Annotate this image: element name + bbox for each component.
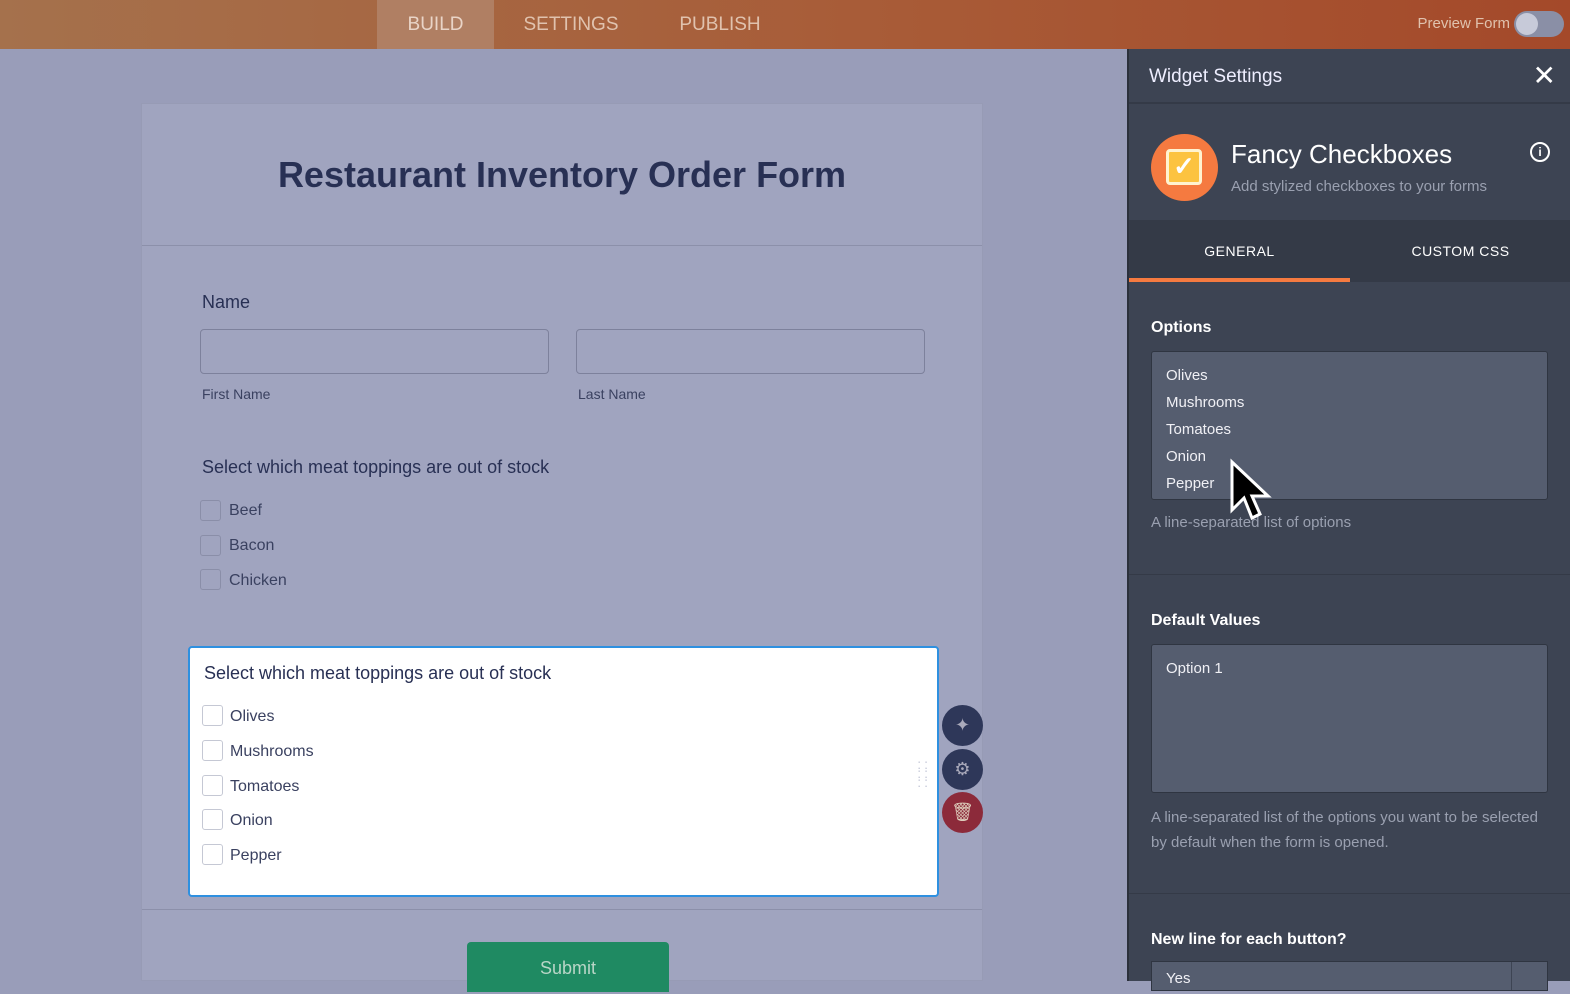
tab-general[interactable]: GENERAL (1129, 221, 1350, 282)
magic-wand-icon: ✦ (954, 715, 971, 735)
default-values-label: Default Values (1151, 612, 1261, 629)
panel-title: Widget Settings (1149, 66, 1283, 87)
default-values-textarea[interactable]: Option 1 (1151, 644, 1548, 793)
option-line: Mushrooms (1166, 394, 1245, 411)
first-name-sublabel: First Name (202, 386, 271, 402)
drag-handle-icon[interactable]: :::::: (917, 757, 931, 789)
tab-build[interactable]: BUILD (377, 0, 494, 49)
top-bar: BUILD SETTINGS PUBLISH Preview Form (0, 0, 1570, 49)
option-line: Tomatoes (1166, 421, 1232, 438)
checkbox-label: Pepper (230, 847, 282, 864)
checkbox-tomatoes[interactable] (202, 775, 223, 796)
magic-wand-button[interactable]: ✦ (942, 705, 983, 746)
checkbox-label: Chicken (229, 572, 287, 589)
form-title[interactable]: Restaurant Inventory Order Form (142, 154, 982, 196)
name-label: Name (202, 292, 251, 312)
preview-form-toggle[interactable] (1514, 11, 1564, 37)
widget-name: Fancy Checkboxes (1231, 139, 1453, 169)
checkbox-label: Beef (229, 502, 262, 519)
mouse-cursor-icon (1230, 458, 1272, 521)
divider (142, 909, 982, 910)
tab-settings[interactable]: SETTINGS (507, 0, 635, 49)
options-hint: A line-separated list of options (1151, 514, 1352, 531)
option-line: Onion (1166, 448, 1207, 465)
selected-field[interactable]: Select which meat toppings are out of st… (188, 646, 939, 897)
checkbox-label: Mushrooms (230, 743, 314, 760)
option-line: Olives (1166, 367, 1208, 384)
trash-icon: 🗑 (951, 802, 974, 822)
checkbox-beef[interactable] (200, 500, 221, 521)
info-icon[interactable]: i (1530, 142, 1550, 162)
options-label: Options (1151, 319, 1212, 336)
close-icon[interactable]: ✕ (1533, 59, 1556, 92)
new-line-label: New line for each button? (1151, 931, 1347, 948)
checkbox-logo-icon: ✓ (1151, 134, 1218, 201)
question-label: Select which meat toppings are out of st… (202, 457, 550, 477)
new-line-select[interactable]: Yes (1151, 961, 1548, 991)
last-name-sublabel: Last Name (578, 386, 646, 402)
divider (142, 245, 982, 246)
last-name-input[interactable] (576, 329, 925, 374)
gear-icon: ⚙ (954, 759, 971, 779)
checkbox-pepper[interactable] (202, 844, 223, 865)
checkbox-label: Onion (230, 812, 273, 829)
checkbox-label: Bacon (229, 537, 275, 554)
default-values-hint: A line-separated list of the options you… (1151, 809, 1538, 851)
options-textarea[interactable]: Olives Mushrooms Tomatoes Onion Pepper (1151, 351, 1548, 500)
preview-form-label: Preview Form (1417, 15, 1510, 32)
checkbox-onion[interactable] (202, 809, 223, 830)
tab-publish[interactable]: PUBLISH (660, 0, 780, 49)
checkbox-chicken[interactable] (200, 569, 221, 590)
delete-button[interactable]: 🗑 (942, 792, 983, 833)
checkbox-label: Tomatoes (230, 778, 300, 795)
tab-custom-css[interactable]: CUSTOM CSS (1350, 221, 1570, 282)
settings-button[interactable]: ⚙ (942, 749, 983, 790)
option-line: Pepper (1166, 475, 1215, 492)
new-line-value: Yes (1166, 970, 1191, 987)
checkbox-bacon[interactable] (200, 535, 221, 556)
submit-button[interactable]: Submit (467, 942, 669, 992)
checkbox-label: Olives (230, 708, 275, 725)
divider (1129, 574, 1570, 575)
checkbox-mushrooms[interactable] (202, 740, 223, 761)
form-card: Restaurant Inventory Order Form Name Fir… (141, 103, 983, 992)
widget-settings-panel: Widget Settings ✕ ✓ Fancy Checkboxes Add … (1127, 49, 1570, 991)
divider (1129, 893, 1570, 894)
question-label: Select which meat toppings are out of st… (204, 663, 552, 683)
widget-description: Add stylized checkboxes to your forms (1231, 178, 1487, 195)
checkbox-olives[interactable] (202, 705, 223, 726)
first-name-input[interactable] (200, 329, 549, 374)
